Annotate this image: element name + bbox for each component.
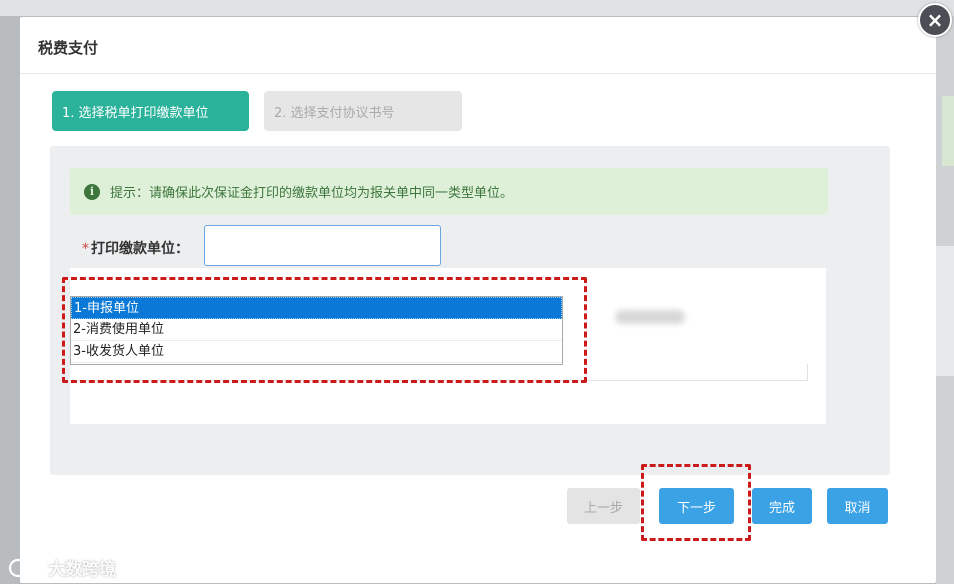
blurred-column-header bbox=[615, 310, 685, 324]
step-1-label: 1. 选择税单打印缴款单位 bbox=[62, 105, 209, 121]
highlight-box-next-button bbox=[641, 464, 751, 541]
step-2-label: 2. 选择支付协议书号 bbox=[274, 105, 395, 121]
prev-step-button[interactable]: 上一步 bbox=[567, 488, 640, 524]
watermark: 大数跨境 bbox=[8, 555, 116, 580]
background-page-strip bbox=[0, 0, 954, 16]
modal-title: 税费支付 bbox=[38, 39, 99, 57]
title-divider bbox=[20, 73, 936, 74]
highlight-box-dropdown bbox=[62, 277, 587, 383]
close-icon: × bbox=[926, 8, 944, 32]
info-circle-icon: i bbox=[84, 183, 100, 200]
tip-alert: i 提示：请确保此次保证金打印的缴款单位均为报关单中同一类型单位。 bbox=[70, 168, 828, 215]
background-blur-block bbox=[942, 96, 954, 166]
required-mark: * bbox=[82, 241, 89, 257]
step-2-tab[interactable]: 2. 选择支付协议书号 bbox=[264, 91, 462, 131]
watermark-logo-icon bbox=[8, 558, 44, 577]
watermark-text: 大数跨境 bbox=[48, 560, 116, 580]
unit-label-text: 打印缴款单位： bbox=[91, 241, 189, 257]
table-divider bbox=[807, 364, 808, 381]
step-1-tab[interactable]: 1. 选择税单打印缴款单位 bbox=[52, 91, 249, 131]
background-page-edge bbox=[936, 16, 954, 584]
cancel-button[interactable]: 取消 bbox=[827, 488, 888, 524]
background-blur-block bbox=[936, 246, 954, 376]
tip-text: 提示：请确保此次保证金打印的缴款单位均为报关单中同一类型单位。 bbox=[110, 186, 514, 201]
unit-select-input[interactable] bbox=[204, 225, 441, 266]
finish-button[interactable]: 完成 bbox=[752, 488, 812, 524]
unit-field-label: * 打印缴款单位： bbox=[82, 238, 189, 258]
close-button[interactable]: × bbox=[918, 3, 952, 37]
